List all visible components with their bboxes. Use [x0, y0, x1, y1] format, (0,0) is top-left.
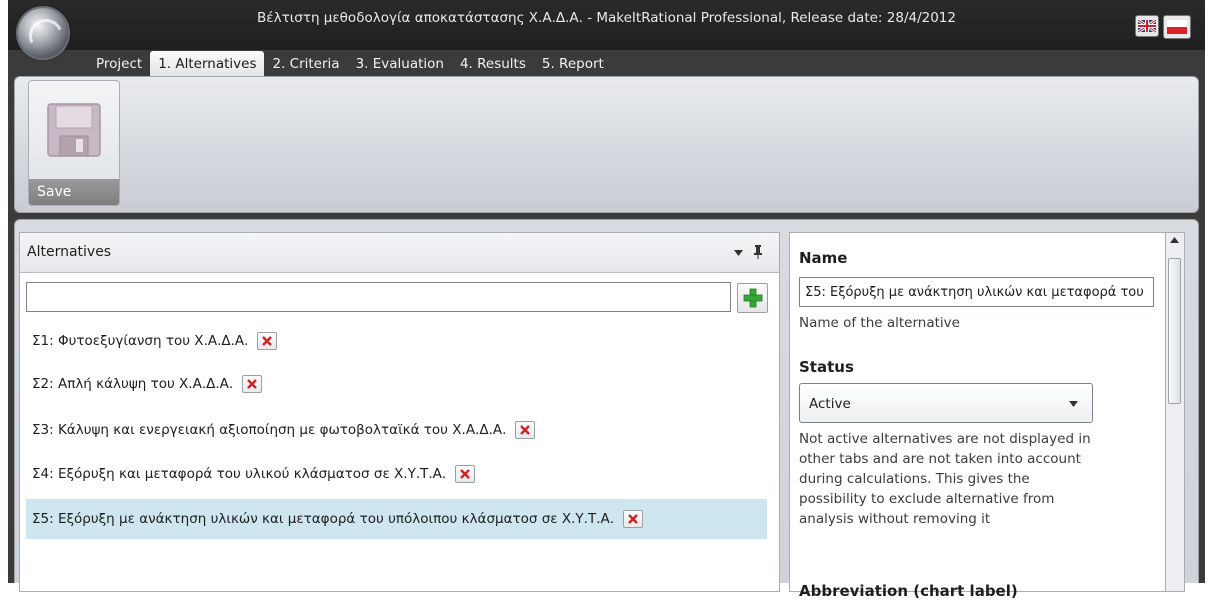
scroll-thumb[interactable]	[1168, 258, 1181, 404]
alternative-label: Σ1: Φυτοεξυγίανση του Χ.Α.Δ.Α.	[32, 333, 249, 349]
title-bar: Βέλτιστη μεθοδολογία αποκατάστασης Χ.Α.Δ…	[8, 0, 1205, 50]
window-title: Βέλτιστη μεθοδολογία αποκατάστασης Χ.Α.Δ…	[257, 10, 956, 26]
tab-criteria[interactable]: 2. Criteria	[264, 51, 347, 76]
alternative-label: Σ5: Εξόρυξη με ανάκτηση υλικών και μεταφ…	[32, 511, 615, 527]
app-menu-orb-icon[interactable]	[18, 8, 68, 58]
tab-evaluation[interactable]: 3. Evaluation	[348, 51, 452, 76]
new-alternative-input[interactable]	[26, 282, 731, 312]
close-icon	[262, 336, 273, 346]
delete-alternative-button[interactable]	[242, 375, 263, 393]
name-hint: Name of the alternative	[799, 315, 960, 331]
delete-alternative-button[interactable]	[515, 421, 536, 439]
status-label: Status	[799, 358, 854, 376]
close-icon	[460, 469, 471, 479]
tab-report[interactable]: 5. Report	[534, 51, 612, 76]
delete-alternative-button[interactable]	[455, 465, 476, 483]
plus-icon	[743, 288, 762, 308]
chevron-down-icon[interactable]	[734, 250, 743, 256]
alternative-label: Σ4: Εξόρυξη και μεταφορά του υλικού κλάσ…	[32, 466, 447, 482]
add-alternative-button[interactable]	[737, 283, 768, 313]
list-item-selected[interactable]: Σ5: Εξόρυξη με ανάκτηση υλικών και μεταφ…	[26, 499, 767, 539]
list-item[interactable]: Σ2: Απλή κάλυψη του Χ.Α.Δ.Α.	[26, 364, 263, 404]
abbreviation-label: Abbreviation (chart label)	[799, 582, 1018, 600]
list-item[interactable]: Σ4: Εξόρυξη και μεταφορά του υλικού κλάσ…	[26, 454, 476, 494]
tab-alternatives[interactable]: 1. Alternatives	[150, 51, 265, 76]
panel-header: Alternatives	[20, 233, 779, 273]
close-icon	[628, 514, 638, 524]
save-label: Save	[29, 179, 119, 205]
status-hint: Not active alternatives are not displaye…	[799, 431, 1091, 527]
main-tabs: Project 1. Alternatives 2. Criteria 3. E…	[88, 51, 612, 76]
polish-flag-icon[interactable]	[1163, 15, 1191, 39]
pin-icon[interactable]	[754, 245, 762, 259]
alternative-label: Σ3: Κάλυψη και ενεργειακή αξιοποίηση με …	[32, 422, 507, 438]
name-field[interactable]	[799, 277, 1154, 307]
delete-alternative-button[interactable]	[257, 332, 278, 350]
tab-results[interactable]: 4. Results	[452, 51, 534, 76]
alternatives-panel: Alternatives Σ1: Φυτοεξυγίανση του Χ.Α.Δ…	[19, 232, 780, 592]
list-item[interactable]: Σ3: Κάλυψη και ενεργειακή αξιοποίηση με …	[26, 410, 536, 450]
scroll-up-arrow-icon[interactable]	[1170, 237, 1179, 243]
alternative-label: Σ2: Απλή κάλυψη του Χ.Α.Δ.Α.	[32, 376, 234, 392]
close-icon	[247, 379, 258, 389]
save-button[interactable]: Save	[28, 80, 120, 206]
alternative-details-panel: Name Name of the alternative Status Acti…	[789, 232, 1166, 600]
status-value: Active	[809, 396, 851, 412]
chevron-down-icon	[1069, 401, 1078, 407]
details-scrollbar[interactable]	[1166, 232, 1185, 592]
panel-title: Alternatives	[27, 244, 112, 260]
tab-project[interactable]: Project	[88, 51, 150, 76]
delete-alternative-button[interactable]	[623, 510, 644, 528]
status-dropdown[interactable]: Active	[799, 383, 1093, 423]
close-icon	[520, 425, 531, 435]
floppy-disk-icon	[47, 103, 101, 157]
name-label: Name	[799, 249, 848, 267]
list-item[interactable]: Σ1: Φυτοεξυγίανση του Χ.Α.Δ.Α.	[26, 321, 278, 361]
uk-flag-icon[interactable]	[1135, 15, 1159, 37]
ribbon-toolbar: Save	[14, 76, 1199, 213]
